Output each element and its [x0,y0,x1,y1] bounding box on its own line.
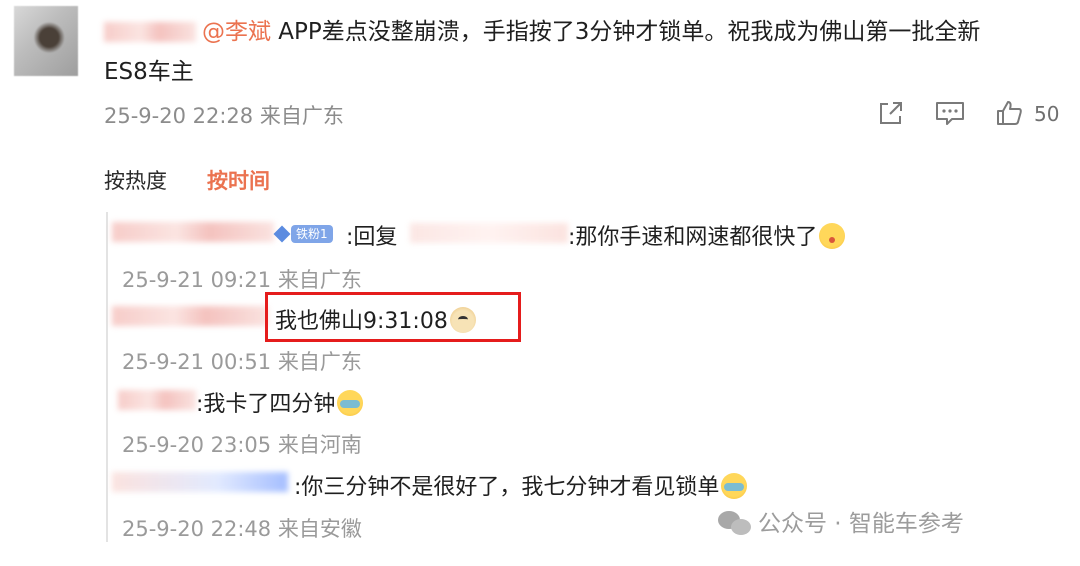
watermark-text: 公众号 · 智能车参考 [758,511,964,537]
cry-emoji-icon [721,473,748,499]
fan-badge: 铁粉1 [273,223,333,243]
blurred-username[interactable] [118,390,196,410]
reply-body: :你三分钟不是很好了，我七分钟才看见锁单 [294,475,720,500]
blurred-username[interactable] [410,223,568,243]
mention-link[interactable]: @李斌 [202,19,271,45]
comment-text-line1: @李斌 APP差点没整崩溃，手指按了3分钟才锁单。祝我成为佛山第一批全新 [202,12,980,52]
reply-text: :那你手速和网速都很快了 [568,219,846,251]
like-count: 50 [1034,102,1060,126]
like-icon[interactable] [994,98,1026,128]
comment-icon[interactable] [934,98,968,128]
reply-text: :你三分钟不是很好了，我七分钟才看见锁单 [294,469,748,501]
fan-badge-label: 铁粉1 [291,225,333,243]
cry-emoji-icon [337,390,364,416]
reply-meta: 25-9-21 09:21 来自广东 [122,268,362,292]
dog-emoji-icon [449,307,476,333]
reply-body: :那你手速和网速都很快了 [568,225,818,250]
reply-text: :我卡了四分钟 [196,386,364,418]
comment-body: APP差点没整崩溃，手指按了3分钟才锁单。祝我成为佛山第一批全新 [271,19,981,45]
comment-timestamp: 25-9-20 22:28 来自广东 [104,104,344,128]
avatar[interactable] [14,6,78,76]
tab-sort-by-hot[interactable]: 按热度 [104,165,167,195]
blurred-username[interactable] [112,306,268,326]
reply-meta: 25-9-20 22:48 来自安徽 [122,517,362,541]
kiss-emoji-icon [819,223,846,249]
reply-meta: 25-9-21 00:51 来自广东 [122,350,362,374]
weibo-comment-page: @李斌 APP差点没整崩溃，手指按了3分钟才锁单。祝我成为佛山第一批全新 ES8… [0,0,1080,566]
comment-text-line2: ES8车主 [104,59,194,85]
thread-divider [106,212,108,542]
tab-sort-by-time[interactable]: 按时间 [207,165,270,195]
reply-body: :我卡了四分钟 [196,392,336,417]
blurred-username[interactable] [112,472,288,492]
reply-meta: 25-9-20 23:05 来自河南 [122,433,362,457]
reply-word: :回复 [346,225,398,250]
reply-text: 我也佛山9:31:08 [275,303,476,335]
blurred-username[interactable] [112,222,274,242]
gem-icon [273,225,291,242]
share-icon[interactable] [876,98,908,128]
blurred-username[interactable] [104,22,196,42]
reply-body: 我也佛山9:31:08 [275,309,448,334]
wechat-watermark: 公众号 · 智能车参考 [718,504,964,538]
wechat-icon [718,511,752,537]
